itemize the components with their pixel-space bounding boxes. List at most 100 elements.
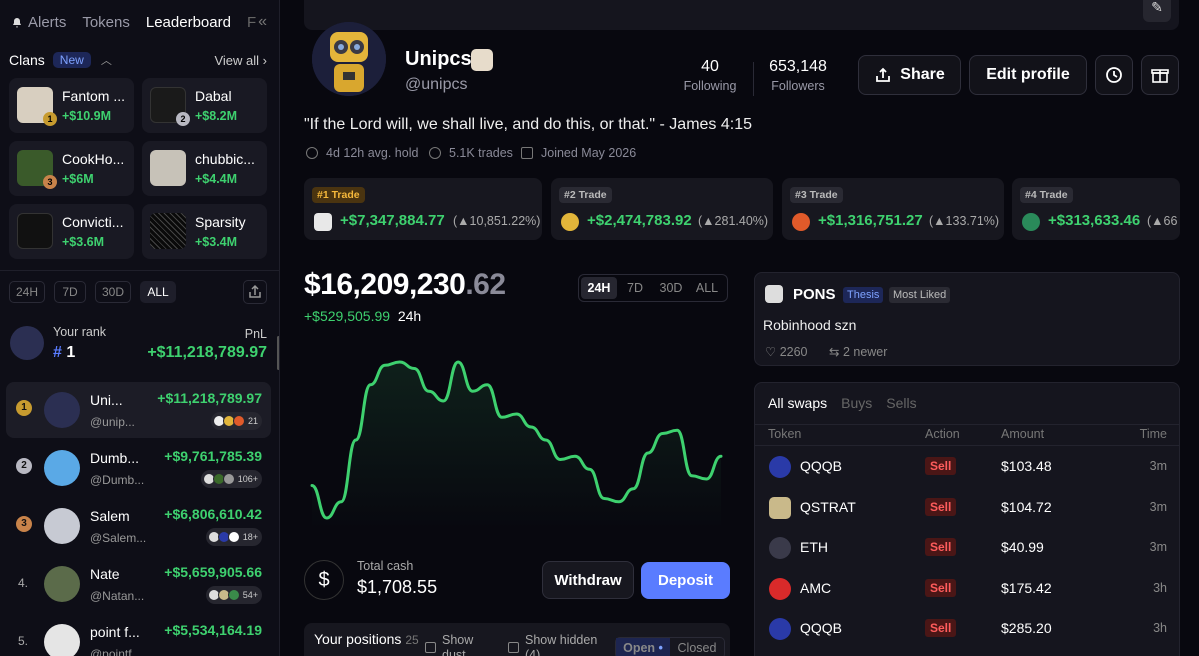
clan-card[interactable]: 3 CookHo... +$6M (9, 141, 134, 196)
clan-card[interactable]: 2 Dabal +$8.2M (142, 78, 267, 133)
clan-avatar (150, 213, 186, 249)
show-dust-label: Show dust (442, 633, 474, 656)
your-rank-value: 1 (66, 344, 76, 361)
clan-card[interactable]: Convicti... +$3.6M (9, 204, 134, 259)
top-trade-card[interactable]: #3 Trade +$1,316,751.27 (▲133.71%) (782, 178, 1004, 240)
leaderboard-row[interactable]: 4. Nate @Natan... +$5,659,905.66 54+ (6, 556, 271, 612)
followers-label: Followers (771, 79, 825, 93)
like-count[interactable]: ♡ 2260 (765, 344, 808, 359)
period-all[interactable]: ALL (140, 281, 176, 303)
your-avatar (10, 326, 44, 360)
gift-button[interactable] (1141, 55, 1179, 95)
clan-card[interactable]: chubbic... +$4.4M (142, 141, 267, 196)
leaderboard-row[interactable]: 5. point f... @pointf... +$5,534,164.19 (6, 614, 271, 656)
tab-sells[interactable]: Sells (886, 395, 916, 411)
medal-icon: 3 (16, 516, 32, 532)
deposit-button[interactable]: Deposit (641, 562, 730, 599)
show-dust-checkbox[interactable] (425, 642, 436, 653)
token-icon (1022, 213, 1040, 231)
leaderboard-row[interactable]: 2 Dumb... @Dumb... +$9,761,785.39 106+ (6, 440, 271, 496)
tab-alerts-label: Alerts (28, 13, 67, 31)
following-stat[interactable]: 40 Following (683, 58, 737, 93)
app-root: Alerts Tokens Leaderboard F « Clans New … (0, 0, 1199, 656)
chart-period-all[interactable]: ALL (689, 277, 725, 299)
tab-alerts[interactable]: Alerts (10, 14, 66, 31)
token-icon (769, 578, 791, 600)
table-row[interactable]: ETH Sell $40.99 3m (755, 527, 1179, 567)
top-trade-card[interactable]: #2 Trade +$2,474,783.92 (▲281.40%) (551, 178, 773, 240)
withdraw-button[interactable]: Withdraw (542, 561, 634, 599)
divider (753, 62, 754, 96)
period-7d[interactable]: 7D (54, 281, 86, 303)
table-row[interactable]: QQQB Sell $285.20 3h (755, 608, 1179, 648)
trade-profit: +$7,347,884.77 (340, 212, 445, 229)
table-row[interactable]: AMC Sell $175.42 3h (755, 568, 1179, 608)
trade-percent: (▲66 (1147, 214, 1178, 228)
trader-name: Nate (90, 566, 120, 582)
newer-posts[interactable]: ⇆ 2 newer (829, 344, 887, 359)
rank-2-icon: 2 (176, 112, 190, 126)
view-all-link[interactable]: View all › (214, 53, 267, 68)
period-30d[interactable]: 30D (95, 281, 131, 303)
token-name: ETH (800, 539, 828, 555)
token-icon (792, 213, 810, 231)
delta-period: 24h (397, 308, 422, 324)
leaderboard-row[interactable]: 3 Salem @Salem... +$6,806,610.42 18+ (6, 498, 271, 554)
trader-pnl: +$6,806,610.42 (164, 506, 262, 522)
top-trade-card[interactable]: #4 Trade +$313,633.46 (▲66 (1012, 178, 1180, 240)
tab-buys[interactable]: Buys (841, 395, 872, 411)
chart-period-30d[interactable]: 30D (653, 277, 689, 299)
followers-stat[interactable]: 653,148 Followers (766, 58, 830, 93)
medal-icon: 1 (16, 400, 32, 416)
token-chip (227, 589, 240, 601)
closed-tab[interactable]: Closed (670, 638, 724, 656)
share-button[interactable]: Share (858, 55, 961, 95)
clan-name: Sparsity (195, 214, 246, 230)
share-glyph (249, 284, 261, 298)
show-hidden-checkbox[interactable] (508, 642, 519, 653)
token-name: AMC (800, 580, 832, 596)
tab-tokens[interactable]: Tokens (82, 14, 130, 31)
joined-text: Joined May 2026 (541, 146, 637, 160)
avg-hold-text: 4d 12h avg. hold (326, 146, 419, 160)
tab-leaderboard[interactable]: Leaderboard (146, 14, 231, 31)
trader-name: Salem (90, 508, 130, 524)
clan-card[interactable]: Sparsity +$3.4M (142, 204, 267, 259)
trade-profit: +$2,474,783.92 (587, 212, 692, 229)
joined-date: Joined May 2026 (521, 146, 636, 160)
top-trade-card[interactable]: #1 Trade +$7,347,884.77 (▲10,851.22%) (304, 178, 542, 240)
edit-banner-icon[interactable]: ✎ (1143, 0, 1171, 22)
chart-period-7d[interactable]: 7D (617, 277, 653, 299)
post-card[interactable]: PONS Thesis Most Liked Robinhood szn ♡ 2… (754, 272, 1180, 366)
chevron-up-icon[interactable]: ︿ (101, 52, 112, 68)
leaderboard-row[interactable]: 1 Uni... @unip... +$11,218,789.97 21 (6, 382, 271, 438)
chip-count: 106+ (237, 474, 258, 484)
action-badge: Sell (925, 579, 957, 597)
avatar (44, 450, 80, 486)
share-icon[interactable] (243, 280, 267, 304)
robot-avatar-icon (312, 22, 386, 96)
your-rank-panel: Your rank # 1 PnL +$11,218,789.97 (8, 320, 269, 368)
show-hidden-label: Show hidden (4) (525, 633, 598, 656)
divider (0, 270, 279, 271)
token-name: QQQB (800, 458, 843, 474)
clan-avatar (150, 150, 186, 186)
history-button[interactable] (1095, 55, 1133, 95)
table-row[interactable]: QSTRAT Sell $104.72 3m (755, 487, 1179, 527)
tab-feed[interactable]: F (247, 14, 256, 31)
table-row[interactable]: QQQB Sell $103.48 3m (755, 446, 1179, 486)
token-name: QQQB (800, 620, 843, 636)
chart-period-24h[interactable]: 24H (581, 277, 617, 299)
clan-amount: +$10.9M (62, 109, 111, 123)
clan-card[interactable]: 1 Fantom ... +$10.9M (9, 78, 134, 133)
collapse-sidebar-icon[interactable]: « (258, 13, 267, 31)
followers-count: 653,148 (769, 58, 827, 75)
open-tab[interactable]: Open • (616, 638, 670, 656)
edit-profile-button[interactable]: Edit profile (969, 55, 1087, 95)
token-chips: 54+ (205, 586, 262, 604)
swap-time: 3m (1149, 540, 1167, 554)
profile-avatar (312, 22, 386, 96)
action-badge: Sell (925, 457, 957, 475)
period-24h[interactable]: 24H (9, 281, 45, 303)
tab-all-swaps[interactable]: All swaps (768, 395, 827, 411)
